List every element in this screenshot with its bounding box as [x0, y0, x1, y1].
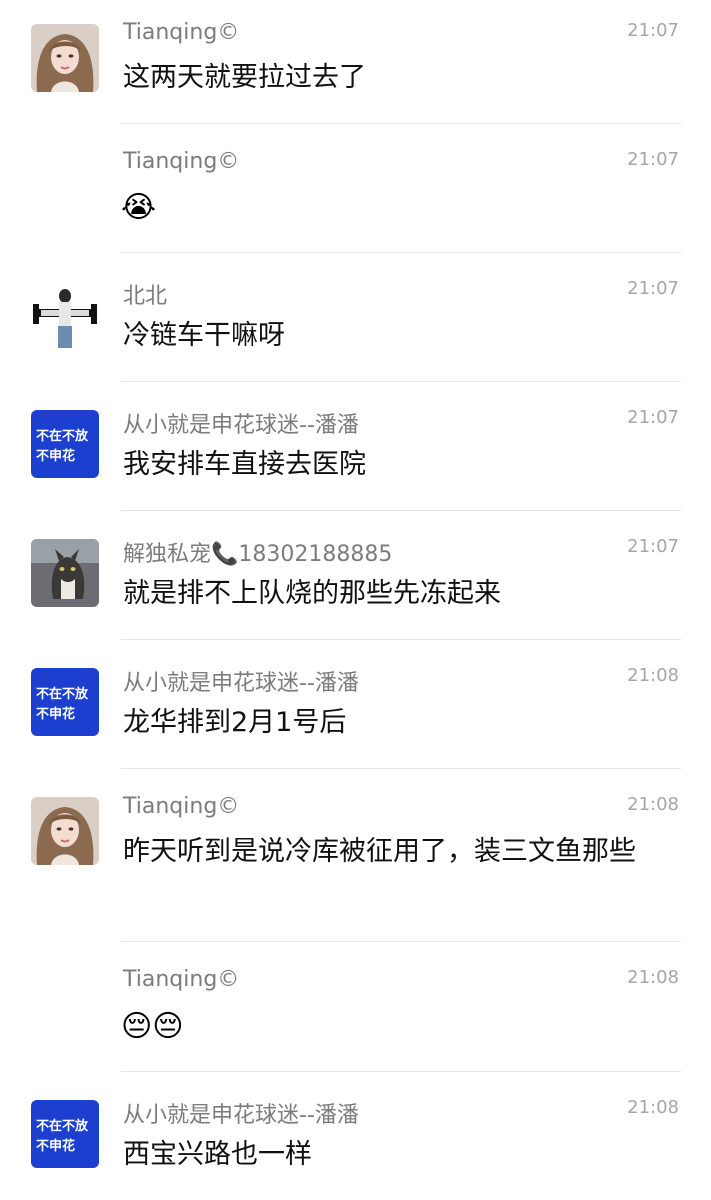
message-time: 21:08 — [627, 665, 679, 686]
message-time: 21:08 — [627, 967, 679, 988]
message-divider — [121, 381, 681, 382]
svg-text:不在不放: 不在不放 — [36, 686, 89, 702]
sender-name[interactable]: 从小就是申花球迷--潘潘 — [123, 407, 359, 439]
svg-text:不在不放: 不在不放 — [36, 1118, 89, 1134]
message-time: 21:07 — [627, 407, 679, 428]
message-text: 龙华排到2月1号后 — [123, 707, 347, 738]
sender-name[interactable]: Tianqing© — [123, 20, 239, 45]
message-text: 就是排不上队烧的那些先冻起来 — [123, 578, 501, 609]
sender-name[interactable]: 解独私宠📞18302188885 — [123, 536, 392, 568]
shenhua-logo-avatar[interactable]: 不在不放 不申花 — [31, 410, 99, 478]
message-divider — [121, 1071, 681, 1072]
message-time: 21:07 — [627, 536, 679, 557]
svg-text:不申花: 不申花 — [36, 706, 75, 722]
sender-name[interactable]: Tianqing© — [123, 794, 239, 819]
message-divider — [121, 941, 681, 942]
message-time: 21:07 — [627, 278, 679, 299]
message-text: 我安排车直接去医院 — [123, 449, 366, 480]
svg-text:不申花: 不申花 — [36, 448, 75, 464]
gym-girl-avatar[interactable] — [31, 282, 99, 350]
chat-message-list: Tianqing© 21:07 这两天就要拉过去了 Tianqing© 21:0… — [0, 0, 711, 1200]
message-text: 这两天就要拉过去了 — [123, 62, 366, 93]
message-divider — [121, 252, 681, 253]
message-divider — [121, 768, 681, 769]
svg-text:不在不放: 不在不放 — [36, 428, 89, 444]
shenhua-logo-avatar[interactable]: 不在不放 不申花 — [31, 1100, 99, 1168]
message-divider — [121, 123, 681, 124]
message-time: 21:08 — [627, 794, 679, 815]
message-time: 21:07 — [627, 20, 679, 41]
message-text: 西宝兴路也一样 — [123, 1139, 312, 1170]
message-emoji: 😭 — [121, 190, 157, 225]
sender-name[interactable]: 从小就是申花球迷--潘潘 — [123, 665, 359, 697]
cat-avatar[interactable] — [31, 539, 99, 607]
message-time: 21:07 — [627, 149, 679, 170]
message-divider — [121, 510, 681, 511]
shenhua-logo-avatar[interactable]: 不在不放 不申花 — [31, 668, 99, 736]
sender-name[interactable]: Tianqing© — [123, 967, 239, 992]
girl-avatar[interactable] — [31, 797, 99, 865]
message-time: 21:08 — [627, 1097, 679, 1118]
sender-name[interactable]: 从小就是申花球迷--潘潘 — [123, 1097, 359, 1129]
sender-name[interactable]: Tianqing© — [123, 149, 239, 174]
message-divider — [121, 639, 681, 640]
message-emoji: 😔😔 — [121, 1009, 184, 1044]
girl-avatar[interactable] — [31, 24, 99, 92]
message-text: 昨天听到是说冷库被征用了，装三文鱼那些 — [123, 836, 636, 867]
sender-name[interactable]: 北北 — [123, 278, 167, 310]
message-text: 冷链车干嘛呀 — [123, 320, 285, 351]
svg-text:不申花: 不申花 — [36, 1138, 75, 1154]
